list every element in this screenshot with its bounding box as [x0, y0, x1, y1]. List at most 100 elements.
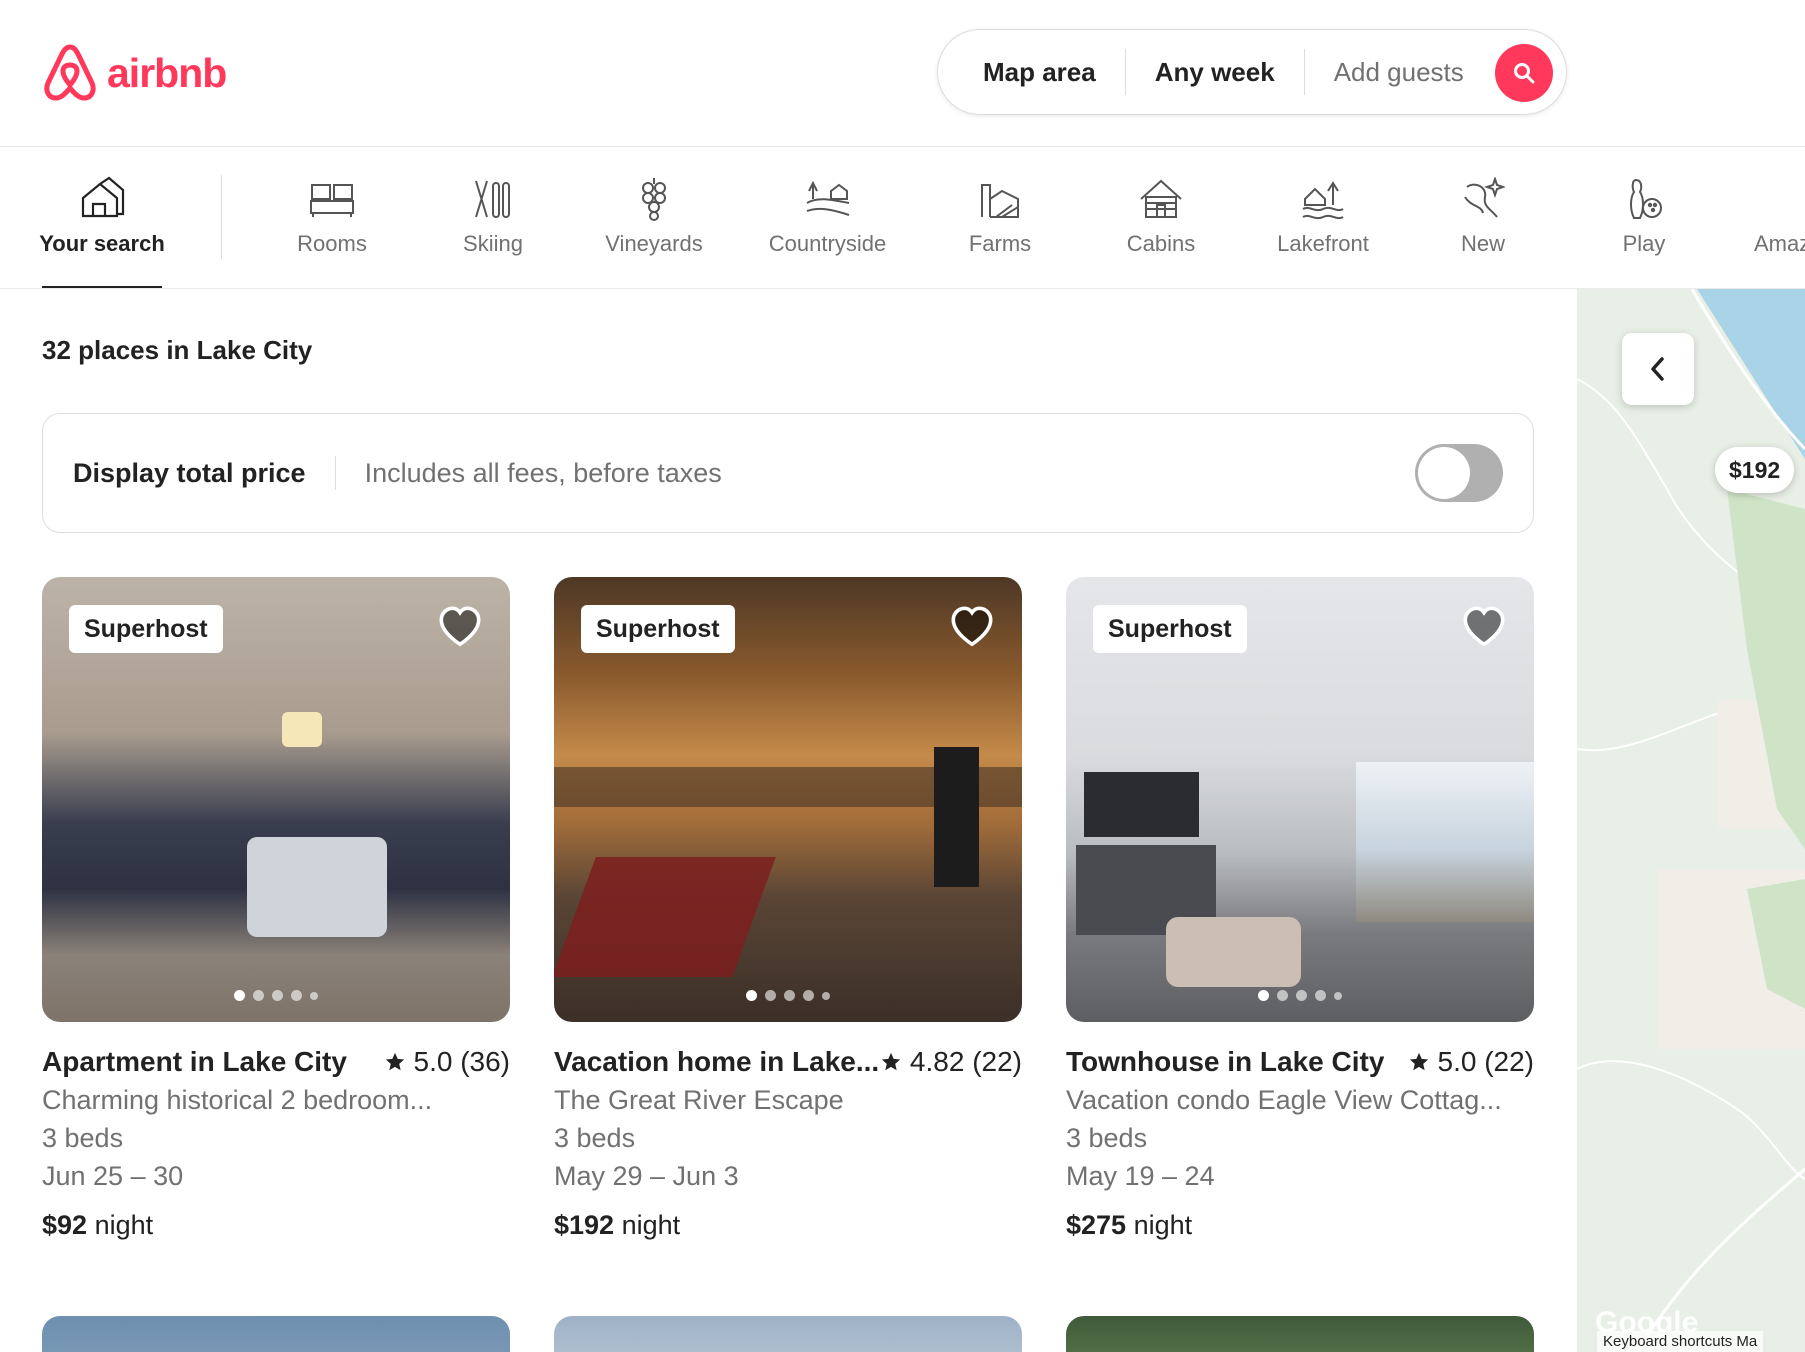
results-count: 32 places in Lake City	[42, 335, 313, 365]
category-label: Skiing	[463, 231, 523, 256]
listing-rating: 5.0 (36)	[384, 1046, 510, 1078]
listing-photo[interactable]: Superhost	[42, 577, 510, 1022]
photo-dots	[234, 990, 318, 1001]
listing-card[interactable]: Superhost Apartment in Lake City 5.0 (36…	[42, 577, 510, 1245]
dot	[765, 990, 776, 1001]
listing-rating: 4.82 (22)	[880, 1046, 1022, 1078]
listing-photo-next[interactable]	[42, 1316, 510, 1352]
heart-icon[interactable]	[437, 604, 483, 650]
category-bar: Your search Rooms Skiing Vineyards Count…	[0, 147, 1805, 289]
listing-photo[interactable]: Superhost	[1066, 577, 1534, 1022]
search-location[interactable]: Map area	[938, 57, 1125, 88]
map-footer[interactable]: Keyboard shortcuts Ma	[1597, 1331, 1764, 1352]
category-label: Vineyards	[605, 231, 703, 256]
listing-photo-next[interactable]	[554, 1316, 1022, 1352]
category-your-search[interactable]: Your search	[39, 147, 165, 288]
star-icon	[1409, 1052, 1428, 1071]
listing-photo-next[interactable]	[1066, 1316, 1534, 1352]
search-guests[interactable]: Add guests	[1305, 57, 1493, 88]
category-new[interactable]: New	[1443, 147, 1523, 288]
bowling-icon	[1620, 175, 1668, 223]
superhost-badge: Superhost	[1093, 605, 1247, 653]
photo-dots	[746, 990, 830, 1001]
amazing-icon	[1754, 175, 1802, 223]
dot	[803, 990, 814, 1001]
superhost-badge: Superhost	[69, 605, 223, 653]
listing-dates: May 29 – Jun 3	[554, 1161, 739, 1191]
listing-photo[interactable]: Superhost	[554, 577, 1022, 1022]
category-countryside[interactable]: Countryside	[760, 147, 895, 288]
airbnb-logo-icon	[44, 44, 96, 101]
dot	[1334, 991, 1342, 1000]
chevron-left-icon	[1651, 357, 1664, 381]
map-price-pin[interactable]: $192	[1715, 447, 1795, 493]
skis-icon	[469, 175, 517, 223]
rating-value: 5.0 (22)	[1437, 1046, 1535, 1077]
price-amount: $192	[554, 1210, 615, 1240]
listing-title: Vacation home in Lake...	[554, 1046, 880, 1077]
category-farms[interactable]: Farms	[960, 147, 1040, 288]
search-icon	[1514, 63, 1535, 84]
superhost-badge: Superhost	[581, 605, 735, 653]
display-total-price-panel: Display total price Includes all fees, b…	[42, 413, 1534, 533]
map-panel[interactable]: $192 Google Keyboard shortcuts Ma	[1577, 289, 1805, 1352]
listing-subtitle: The Great River Escape	[554, 1085, 844, 1115]
listing-dates: Jun 25 – 30	[42, 1161, 184, 1191]
top-header: airbnb Map area Any week Add guests	[0, 0, 1805, 147]
heart-icon[interactable]	[1461, 604, 1507, 650]
listing-beds: 3 beds	[1066, 1123, 1148, 1153]
listing-card[interactable]: Superhost Vacation home in Lake... 4.82 …	[554, 577, 1022, 1245]
category-label: Amaz	[1754, 231, 1805, 256]
search-button[interactable]	[1495, 44, 1553, 102]
home-search-icon	[78, 175, 126, 223]
category-label: Your search	[39, 231, 165, 256]
listing-title: Apartment in Lake City	[42, 1046, 347, 1077]
dot	[822, 991, 830, 1000]
listing-subtitle: Vacation condo Eagle View Cottag...	[1066, 1085, 1502, 1115]
listing-price: $92 night	[42, 1205, 510, 1245]
listing-subtitle: Charming historical 2 bedroom...	[42, 1085, 433, 1115]
ottoman-shape	[1166, 917, 1301, 987]
listing-beds: 3 beds	[42, 1123, 124, 1153]
category-label: Farms	[968, 231, 1032, 256]
category-lakefront[interactable]: Lakefront	[1268, 147, 1378, 288]
active-underline	[42, 286, 162, 288]
search-bar[interactable]: Map area Any week Add guests	[937, 29, 1567, 115]
toggle-knob	[1418, 447, 1470, 499]
listing-price: $275 night	[1066, 1205, 1534, 1245]
category-skiing[interactable]: Skiing	[453, 147, 533, 288]
star-icon	[385, 1052, 404, 1071]
grapes-icon	[630, 175, 678, 223]
dot	[253, 990, 264, 1001]
price-amount: $92	[42, 1210, 88, 1240]
new-sparkle-icon	[1459, 175, 1507, 223]
heart-icon[interactable]	[949, 604, 995, 650]
map-back-button[interactable]	[1622, 333, 1694, 405]
category-amazing[interactable]: Amaz	[1754, 147, 1805, 288]
category-label: Cabins	[1126, 231, 1196, 256]
search-dates[interactable]: Any week	[1126, 57, 1304, 88]
category-rooms[interactable]: Rooms	[292, 147, 372, 288]
category-label: Lakefront	[1277, 231, 1369, 256]
cabin-icon	[1137, 175, 1185, 223]
dot	[1258, 990, 1269, 1001]
bed-icon	[308, 175, 356, 223]
price-amount: $275	[1066, 1210, 1127, 1240]
ottoman-shape	[247, 837, 387, 937]
rating-value: 4.82 (22)	[909, 1046, 1022, 1077]
listing-card[interactable]: Superhost Townhouse in Lake City 5.0 (22…	[1066, 577, 1534, 1245]
dot	[272, 990, 283, 1001]
price-toggle-divider	[334, 456, 336, 490]
dot	[310, 991, 318, 1000]
category-cabins[interactable]: Cabins	[1121, 147, 1201, 288]
category-vineyards[interactable]: Vineyards	[599, 147, 709, 288]
tablecloth-shape	[554, 857, 776, 977]
category-divider	[221, 175, 222, 259]
category-play[interactable]: Play	[1604, 147, 1684, 288]
total-price-toggle[interactable]	[1415, 444, 1503, 502]
countryside-icon	[804, 175, 852, 223]
lamp-shape	[282, 712, 322, 747]
price-toggle-title: Display total price	[73, 457, 306, 488]
airbnb-logo[interactable]: airbnb	[42, 43, 227, 103]
photo-dots	[1258, 990, 1342, 1001]
